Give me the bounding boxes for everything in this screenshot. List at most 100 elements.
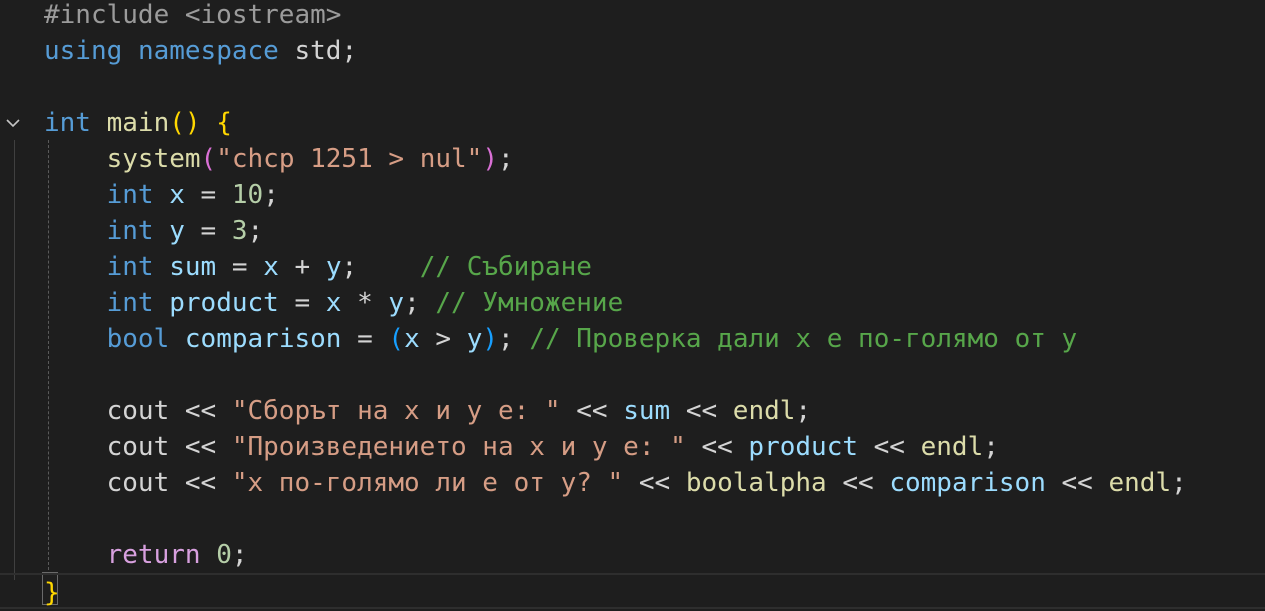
code-token: int [106,288,154,318]
code-token: << [623,468,686,498]
code-token: y [388,288,405,318]
code-line[interactable]: bool comparison = (x > y); // Проверка д… [0,321,1265,357]
code-token: system [106,144,201,174]
code-token: int [106,180,154,210]
code-token: return [106,540,201,570]
code-token: ( [200,144,217,174]
code-token: comparison [184,324,342,354]
code-token: * [341,288,389,318]
code-token: "Произведението на x и y е: " [231,432,686,462]
code-line[interactable]: cout << "Произведението на x и y е: " <<… [0,429,1265,465]
code-line[interactable]: int product = x * y; // Умножение [0,285,1265,321]
code-line[interactable]: #include <iostream> [0,0,1265,33]
code-token: endl [732,396,796,426]
code-line[interactable]: int x = 10; [0,177,1265,213]
code-token: = [341,324,389,354]
code-text: int main() { [44,105,232,141]
code-token: boolalpha [685,468,827,498]
code-token: main [106,108,170,138]
code-token: cout << [44,432,232,462]
code-line[interactable]: int main() { [0,105,1265,141]
code-token: ) [482,324,499,354]
code-token: sum [623,396,671,426]
code-token: ; [795,396,812,426]
code-line[interactable] [0,357,1265,393]
code-token: endl [1108,468,1172,498]
code-text: int sum = x + y; // Събиране [44,249,592,285]
code-token: // Умножение [435,288,624,318]
code-text: cout << "x по-голямо ли е от y? " << boo… [44,465,1187,501]
code-text: #include <iostream> [44,0,341,33]
code-token: "chcp 1251 > nul" [216,144,483,174]
code-token: x [325,288,342,318]
code-text: cout << "Произведението на x и y е: " <<… [44,429,999,465]
code-token: ; [497,144,514,174]
code-token: sum [169,252,217,282]
code-token: y [466,324,483,354]
code-token: ; [983,432,999,462]
code-line[interactable]: return 0; [0,537,1265,573]
code-token: y [169,216,185,246]
code-line[interactable]: using namespace std; [0,33,1265,69]
code-token: > [419,324,467,354]
code-token: x [404,324,420,354]
code-token: = [184,216,232,246]
code-token: 10 [231,180,264,210]
code-line[interactable]: cout << "Сборът на x и y е: " << sum << … [0,393,1265,429]
code-token: { [216,108,232,138]
code-token: 0 [216,540,232,570]
code-editor[interactable]: #include <iostream> using namespace std; i… [0,0,1265,609]
code-text: return 0; [44,537,248,573]
code-token: ; [231,540,248,570]
code-token: using [44,36,123,66]
code-token: comparison [889,468,1046,498]
code-token: ; [498,324,530,354]
code-token: ; [1171,468,1187,498]
code-token: product [169,288,279,318]
code-text: cout << "Сборът на x и y е: " << sum << … [44,393,811,429]
code-token: product [748,432,858,462]
code-text: int x = 10; [44,177,279,213]
code-token: = [184,180,232,210]
code-token: ; [404,288,436,318]
code-token: ; [341,252,420,282]
code-line[interactable]: int sum = x + y; // Събиране [0,249,1265,285]
code-token: "x по-голямо ли е от y? " [231,468,624,498]
chevron-down-icon[interactable] [4,105,22,141]
code-line[interactable] [0,501,1265,537]
code-text: using namespace std; [44,33,357,69]
code-token: #include <iostream> [44,0,342,30]
code-token: bool [106,324,170,354]
code-line[interactable]: int y = 3; [0,213,1265,249]
code-token: ( [388,324,405,354]
code-text: bool comparison = (x > y); // Проверка д… [44,321,1078,357]
code-line[interactable]: cout << "x по-голямо ли е от y? " << boo… [0,465,1265,501]
code-line[interactable] [0,69,1265,105]
code-line[interactable]: } [0,573,1265,609]
code-token: ) [482,144,498,174]
code-token: = [216,252,264,282]
code-token: 3 [231,216,248,246]
code-token: << [1045,468,1109,498]
code-token: int [106,252,154,282]
code-token: << [670,396,733,426]
code-token: x [169,180,185,210]
code-token: cout << [44,468,232,498]
code-token: cout << [44,396,232,426]
code-token: std; [278,36,358,66]
code-line[interactable]: system("chcp 1251 > nul"); [0,141,1265,177]
code-token: = [278,288,326,318]
